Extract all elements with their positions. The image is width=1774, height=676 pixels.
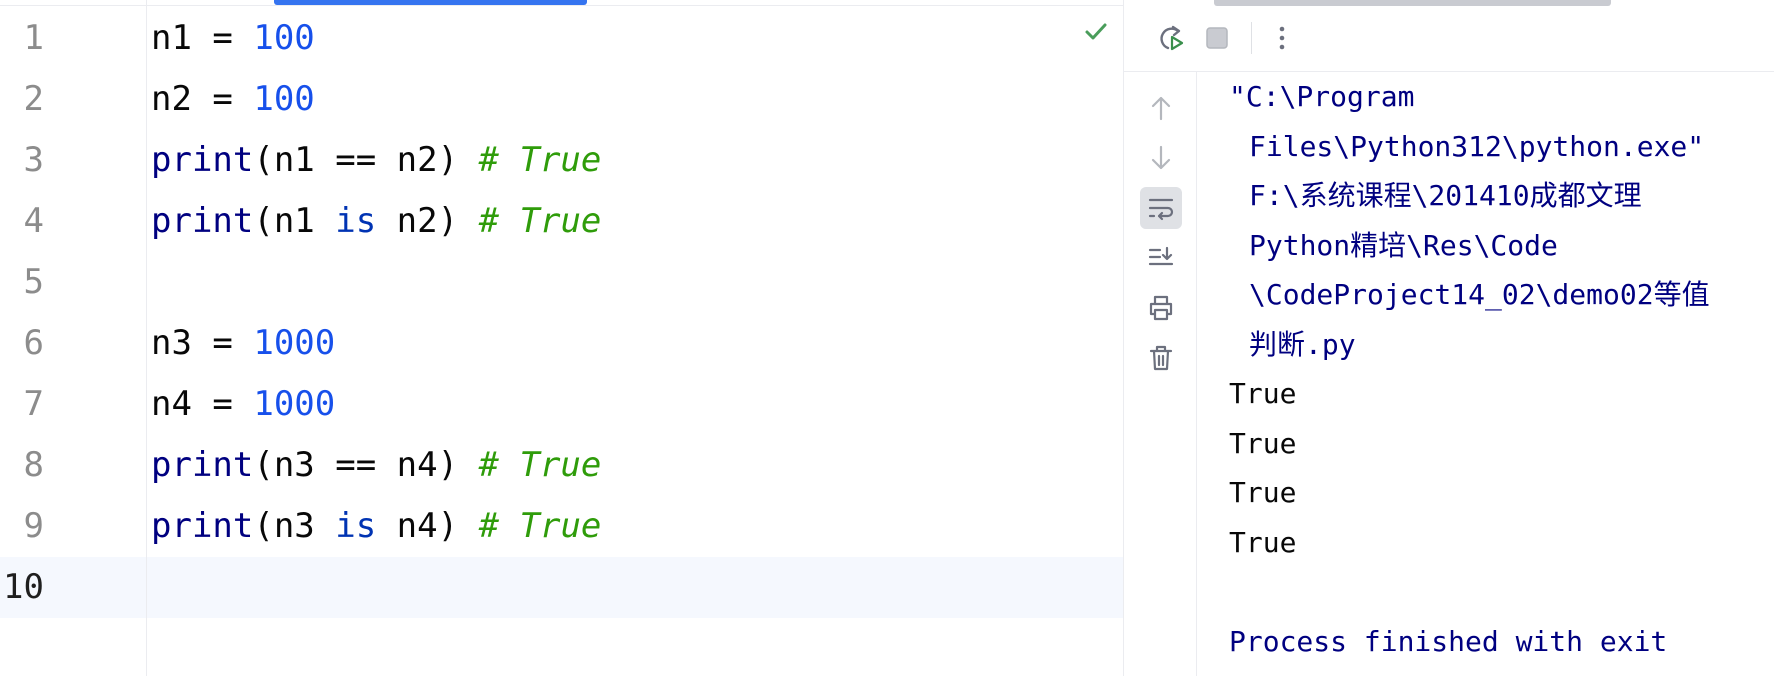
line-number[interactable]: 2 (0, 69, 44, 130)
code-token: (n1 == n2) (253, 140, 479, 180)
console-line: F:\系统课程\201410成都文理 (1249, 179, 1642, 212)
code-token: n4) (376, 506, 479, 546)
line-number[interactable]: 5 (0, 252, 44, 313)
console-line: "C:\Program (1229, 80, 1415, 113)
toolbar-separator (1251, 22, 1252, 54)
line-number[interactable]: 1 (0, 8, 44, 69)
console-line: True (1229, 525, 1297, 559)
console-line: Process finished with exit (1229, 624, 1668, 658)
code-line[interactable]: n1 = 100 (151, 8, 315, 69)
code-token: is (335, 201, 377, 241)
soft-wrap-icon[interactable] (1140, 187, 1182, 229)
code-token: # True (478, 140, 602, 180)
code-token: n2 = (151, 79, 254, 119)
run-side-toolbar (1124, 72, 1197, 676)
print-icon[interactable] (1140, 287, 1182, 329)
code-line[interactable]: n3 = 1000 (151, 313, 335, 374)
code-line[interactable]: print(n3 is n4) # True (151, 496, 601, 557)
code-token: # True (478, 201, 602, 241)
code-token: (n3 (253, 506, 336, 546)
console-line: \CodeProject14_02\demo02等值 (1249, 278, 1710, 311)
console-line: True (1229, 377, 1297, 410)
code-token: # True (478, 445, 602, 485)
console-line: True (1229, 426, 1297, 460)
console-line: True (1229, 476, 1297, 509)
code-token: 1000 (253, 323, 336, 363)
line-number[interactable]: 9 (0, 496, 44, 557)
line-number[interactable]: 7 (0, 374, 44, 435)
code-token: 100 (253, 79, 315, 119)
code-token: is (335, 506, 377, 546)
code-line[interactable]: print(n1 == n2) # True (151, 130, 601, 191)
current-line-highlight (0, 557, 1123, 618)
more-options-icon[interactable] (1264, 20, 1300, 56)
code-token: n2) (376, 201, 479, 241)
scroll-up-icon[interactable] (1140, 87, 1182, 129)
code-token: n1 = (151, 18, 254, 58)
gutter-divider (146, 0, 147, 676)
console-output[interactable]: "C:\Program Files\Python312\python.exe" F:… (1229, 72, 1769, 676)
clear-all-icon[interactable] (1140, 337, 1182, 379)
stop-icon[interactable] (1199, 20, 1235, 56)
editor-top-border (0, 5, 1123, 6)
code-token: n4 = (151, 384, 254, 424)
run-tool-window: "C:\Program Files\Python312\python.exe" F:… (1123, 0, 1774, 676)
code-token: print (151, 201, 254, 241)
code-token: n3 = (151, 323, 254, 363)
code-line[interactable]: print(n1 is n2) # True (151, 191, 601, 252)
console-line: Python精培\Res\Code (1249, 228, 1558, 262)
scroll-to-end-icon[interactable] (1140, 237, 1182, 279)
code-token: (n1 (253, 201, 336, 241)
code-token: 1000 (253, 384, 336, 424)
line-number[interactable]: 3 (0, 130, 44, 191)
code-line[interactable]: n2 = 100 (151, 69, 315, 130)
line-number[interactable]: 6 (0, 313, 44, 374)
rerun-icon[interactable] (1152, 20, 1188, 56)
code-token: # True (478, 506, 602, 546)
code-line[interactable]: print(n3 == n4) # True (151, 435, 601, 496)
code-token: print (151, 506, 254, 546)
line-number[interactable]: 10 (0, 557, 44, 618)
code-token: 100 (253, 18, 315, 58)
code-token: (n3 == n4) (253, 445, 479, 485)
checkmark-icon[interactable] (1084, 21, 1108, 43)
scroll-down-icon[interactable] (1140, 137, 1182, 179)
code-line[interactable]: n4 = 1000 (151, 374, 335, 435)
run-toolbar (1124, 6, 1774, 72)
line-number[interactable]: 8 (0, 435, 44, 496)
console-line: Files\Python312\python.exe" (1249, 129, 1705, 163)
line-number[interactable]: 4 (0, 191, 44, 252)
console-line: 判断.py (1249, 327, 1356, 361)
code-token: print (151, 445, 254, 485)
code-editor[interactable]: 1 2 3 4 5 6 7 8 9 10 n1 = 100 n2 = 100 print(n1 == … (0, 0, 1123, 676)
code-token: print (151, 140, 254, 180)
